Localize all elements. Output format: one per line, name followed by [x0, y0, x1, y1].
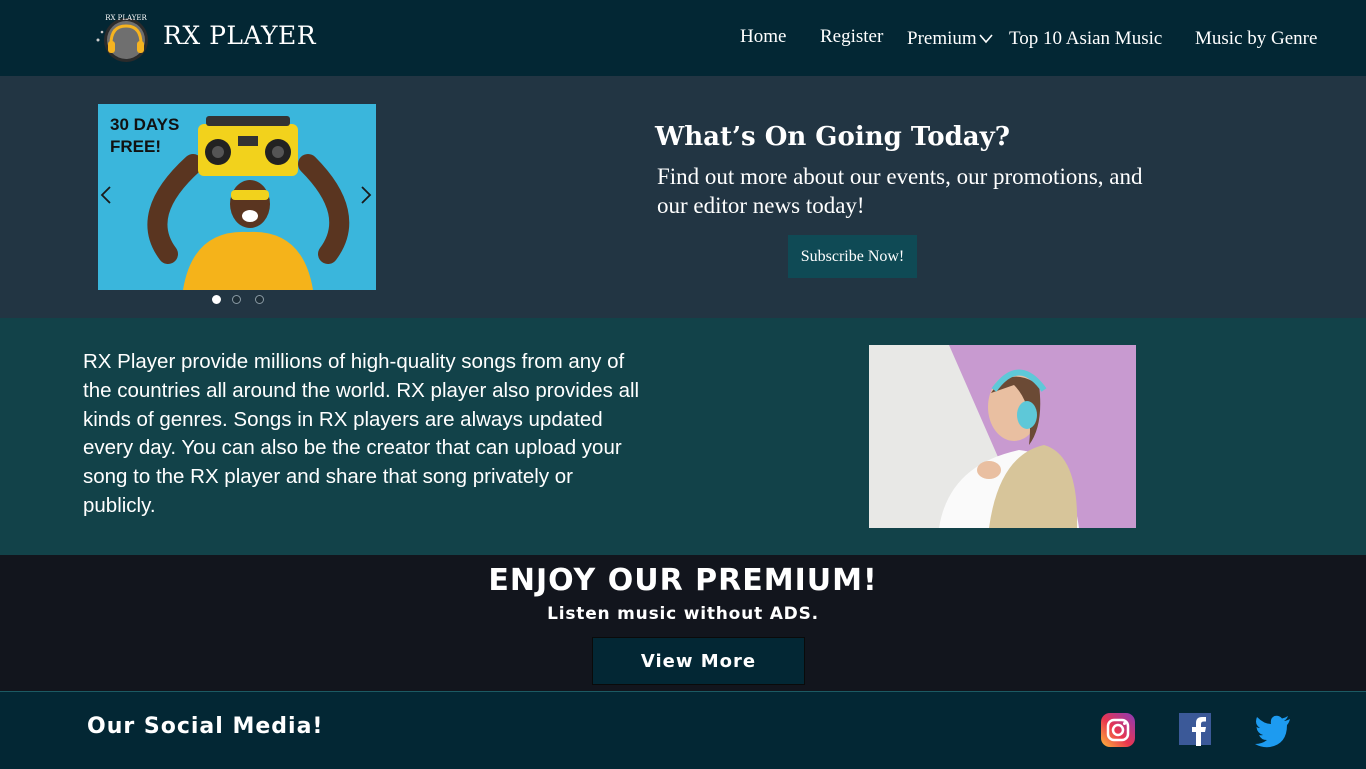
- nav-top10-asian-music[interactable]: Top 10 Asian Music: [1009, 28, 1162, 50]
- chevron-down-icon[interactable]: [978, 31, 994, 45]
- twitter-icon[interactable]: [1254, 713, 1292, 749]
- subscribe-button[interactable]: Subscribe Now!: [788, 235, 917, 278]
- about-text: RX Player provide millions of high-quali…: [83, 350, 640, 517]
- hero-title: What’s On Going Today?: [655, 122, 1010, 152]
- slide-dot-3[interactable]: [255, 295, 264, 304]
- nav-register[interactable]: Register: [820, 26, 883, 48]
- woman-headphones-photo: [869, 345, 1136, 528]
- slide-prev-arrow-icon[interactable]: [99, 184, 113, 206]
- nav-music-by-genre[interactable]: Music by Genre: [1195, 28, 1317, 50]
- instagram-icon[interactable]: [1100, 712, 1136, 748]
- view-more-button[interactable]: View More: [592, 637, 805, 685]
- brand-name[interactable]: RX PLAYER: [163, 21, 316, 50]
- premium-title: ENJOY OUR PREMIUM!: [488, 563, 878, 598]
- premium-subtitle: Listen music without ADS.: [547, 604, 819, 624]
- logo-text: RX PLAYER: [105, 14, 147, 22]
- nav-premium[interactable]: Premium: [907, 28, 977, 50]
- promo-slide[interactable]: 30 DAYS FREE!: [98, 104, 376, 290]
- facebook-icon[interactable]: [1177, 711, 1213, 747]
- social-media-title: Our Social Media!: [87, 714, 324, 739]
- slide-next-arrow-icon[interactable]: [359, 184, 373, 206]
- headphones-logo-icon[interactable]: RX PLAYER: [93, 12, 151, 64]
- slide-dot-2[interactable]: [232, 295, 241, 304]
- nav-home[interactable]: Home: [740, 26, 786, 48]
- slide-dot-1[interactable]: [212, 295, 221, 304]
- promo-slide-tag: 30 DAYS FREE!: [110, 115, 180, 156]
- hero-text: Find out more about our events, our prom…: [657, 164, 1143, 218]
